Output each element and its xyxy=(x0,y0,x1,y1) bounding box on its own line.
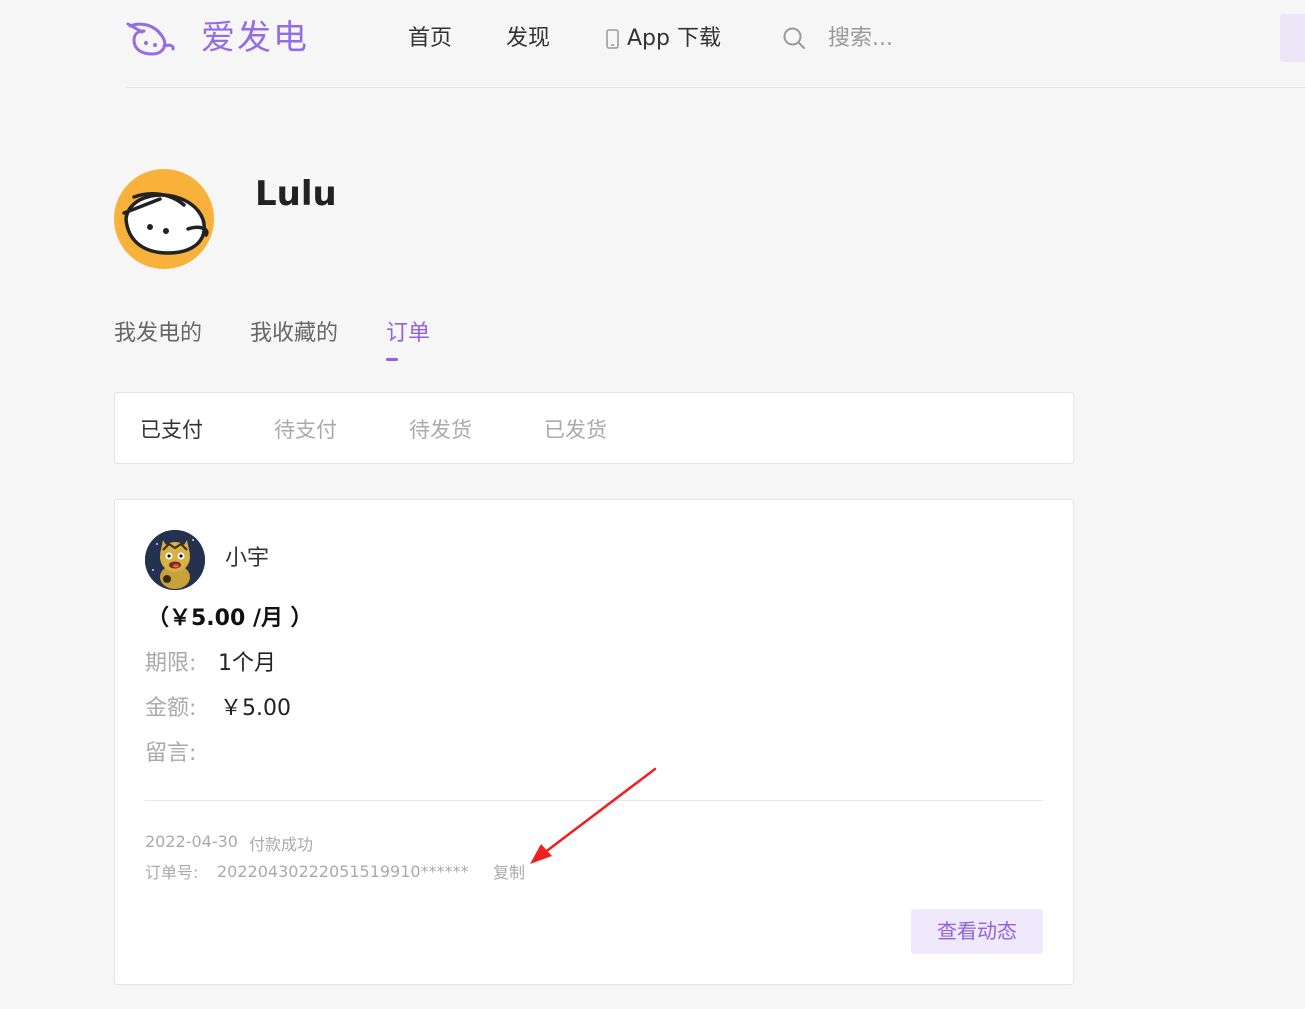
view-updates-button[interactable]: 查看动态 xyxy=(911,909,1043,954)
search-input[interactable] xyxy=(828,20,1108,56)
profile-username: Lulu xyxy=(255,174,337,214)
nav-discover-link[interactable]: 发现 xyxy=(506,24,550,54)
nav-app-download-label: App 下载 xyxy=(627,26,721,51)
order-date: 2022-04-30 xyxy=(145,832,238,851)
mascot-icon xyxy=(122,191,209,255)
order-number-label: 订单号: xyxy=(145,863,199,882)
annotation-arrow-icon xyxy=(530,767,657,864)
nav-home-link[interactable]: 首页 xyxy=(408,24,452,54)
creator-name[interactable]: 小宇 xyxy=(225,544,269,574)
active-tab-indicator xyxy=(386,358,398,361)
order-number: 20220430222051519910****** xyxy=(217,862,469,881)
amount-value: ￥5.00 xyxy=(220,696,291,721)
header-divider xyxy=(126,87,1305,88)
plan-price: （￥5.00 /月 ） xyxy=(147,606,313,631)
creator-avatar[interactable] xyxy=(145,530,205,590)
nav-app-download-link[interactable]: App 下载 xyxy=(606,24,721,54)
payment-status: 付款成功 xyxy=(249,835,314,854)
status-tab-to-ship[interactable]: 待发货 xyxy=(409,416,472,444)
status-tab-paid[interactable]: 已支付 xyxy=(140,416,203,444)
tab-orders[interactable]: 订单 xyxy=(386,318,430,350)
user-avatar[interactable] xyxy=(114,169,214,269)
phone-icon xyxy=(606,29,619,49)
search-icon[interactable] xyxy=(782,26,806,50)
brand-name[interactable]: 爱发电 xyxy=(201,15,309,61)
tab-my-favorites[interactable]: 我收藏的 xyxy=(250,318,338,350)
order-status-tabs: 已支付 待支付 待发货 已发货 xyxy=(114,392,1074,464)
duration-label: 期限: xyxy=(145,651,197,676)
creator-avatar-image xyxy=(145,530,205,590)
amount-label: 金额: xyxy=(145,696,197,721)
copy-order-number-button[interactable]: 复制 xyxy=(493,862,525,884)
duration-value: 1个月 xyxy=(218,651,276,676)
header-action-button[interactable] xyxy=(1280,14,1305,62)
tab-my-supported[interactable]: 我发电的 xyxy=(114,318,202,350)
status-tab-shipped[interactable]: 已发货 xyxy=(544,416,607,444)
brand-logo-icon[interactable] xyxy=(126,18,176,58)
message-label: 留言: xyxy=(145,741,197,766)
order-card: 小宇 （￥5.00 /月 ） 期限: 1个月 金额: ￥5.00 留言: 202… xyxy=(114,499,1074,985)
status-tab-unpaid[interactable]: 待支付 xyxy=(274,416,337,444)
